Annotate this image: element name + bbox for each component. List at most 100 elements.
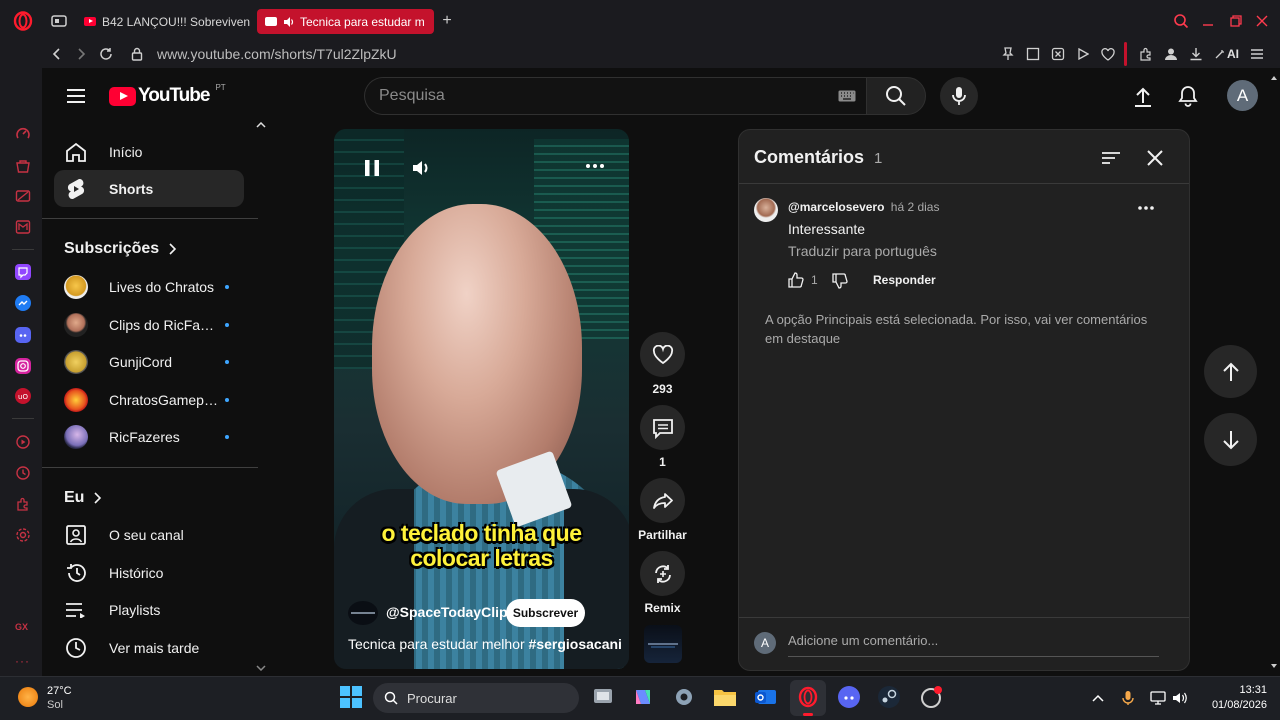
reload-icon[interactable]	[97, 45, 115, 63]
cashback-icon[interactable]	[15, 188, 31, 204]
microphone-in-use-icon[interactable]	[1120, 689, 1136, 707]
close-window-icon[interactable]	[1253, 12, 1271, 30]
scroll-down-arrow-icon[interactable]	[254, 663, 268, 673]
taskbar-clock[interactable]: 13:31 01/08/2026	[1197, 683, 1267, 713]
comment-time[interactable]: há 2 dias	[891, 200, 940, 214]
show-hidden-icons-chevron-icon[interactable]	[1090, 690, 1106, 706]
gx-icon[interactable]: GX	[15, 622, 33, 638]
search-button[interactable]	[866, 77, 926, 115]
nav-item-inicio[interactable]: Início	[54, 133, 244, 170]
comment-more-icon[interactable]	[1134, 196, 1158, 220]
snapshot-icon[interactable]	[1024, 45, 1042, 63]
twitch-icon[interactable]	[15, 264, 31, 280]
notifications-bell-icon[interactable]	[1175, 83, 1201, 109]
volume-tray-icon[interactable]	[1171, 689, 1189, 707]
windows-start-icon[interactable]	[338, 684, 364, 710]
nav-item-shorts[interactable]: Shorts	[54, 170, 244, 207]
voice-search-button[interactable]	[940, 77, 978, 115]
short-channel-name[interactable]: @SpaceTodayClips	[386, 604, 515, 620]
weather-widget[interactable]: 27°C Sol	[47, 684, 72, 712]
comment-author[interactable]: @marcelosevero	[788, 200, 884, 214]
account-avatar[interactable]: A	[1227, 80, 1258, 111]
forward-icon[interactable]	[72, 45, 90, 63]
subscriptions-header[interactable]: Subscrições	[64, 240, 177, 258]
lock-icon[interactable]	[128, 45, 146, 63]
new-tab-icon[interactable]: +	[438, 12, 456, 30]
adblock-shield-icon[interactable]	[1049, 45, 1067, 63]
sort-icon[interactable]	[1099, 146, 1123, 170]
history-sidebar-icon[interactable]	[15, 465, 31, 481]
subscription-chratosgameplay[interactable]: ChratosGameplay	[54, 381, 244, 418]
network-icon[interactable]	[1149, 689, 1167, 707]
translate-link[interactable]: Traduzir para português	[788, 243, 937, 259]
shopping-icon[interactable]	[15, 158, 31, 174]
restore-icon[interactable]	[1227, 12, 1245, 30]
extensions-icon[interactable]	[1137, 45, 1155, 63]
upload-icon[interactable]	[1130, 84, 1156, 110]
copilot-icon[interactable]	[630, 684, 656, 710]
search-box[interactable]: Pesquisa	[364, 77, 866, 115]
short-hashtag[interactable]: #sergiosacani	[529, 636, 622, 652]
profile-icon[interactable]	[1162, 45, 1180, 63]
player-sidebar-icon[interactable]	[15, 434, 31, 450]
sun-weather-icon[interactable]	[18, 687, 38, 707]
close-icon[interactable]	[1143, 146, 1167, 170]
minimize-icon[interactable]	[1199, 12, 1217, 30]
remix-button[interactable]	[640, 551, 685, 596]
settings-gear-icon[interactable]	[671, 684, 697, 710]
aria-ai-button[interactable]: AI	[1212, 44, 1242, 64]
tab-b42[interactable]: B42 LANÇOU!!! Sobreviven	[76, 9, 252, 34]
nav-item-watch-later[interactable]: Ver mais tarde	[54, 629, 244, 666]
scroll-up-arrow-icon[interactable]	[254, 118, 268, 132]
add-comment-input[interactable]: Adicione um comentário...	[788, 633, 1159, 657]
subscribe-button[interactable]: Subscrever	[506, 599, 585, 627]
nav-item-playlists[interactable]: Playlists	[54, 591, 244, 628]
thumbs-up-icon[interactable]	[786, 270, 806, 290]
comments-button[interactable]	[640, 405, 685, 450]
subscription-gunjicord[interactable]: GunjiCord	[54, 343, 244, 380]
subscription-clips-do-ricfazeres[interactable]: Clips do RicFaze...	[54, 306, 244, 343]
share-button[interactable]	[640, 478, 685, 523]
nav-item-history[interactable]: Histórico	[54, 554, 244, 591]
speed-dial-icon[interactable]	[15, 126, 31, 142]
file-explorer-icon[interactable]	[712, 684, 738, 710]
opera-gx-helper-icon[interactable]	[918, 684, 944, 710]
more-options-icon[interactable]	[580, 151, 610, 181]
subscription-lives-do-chratos[interactable]: Lives do Chratos	[54, 268, 244, 305]
steam-icon[interactable]	[876, 684, 902, 710]
outlook-icon[interactable]	[753, 684, 779, 710]
opera-taskbar-button[interactable]	[790, 680, 826, 716]
commenter-avatar[interactable]	[754, 198, 778, 222]
gmail-icon[interactable]	[15, 219, 31, 235]
url-field[interactable]: www.youtube.com/shorts/T7ul2ZlpZkU	[157, 44, 397, 64]
volume-icon[interactable]	[410, 156, 434, 180]
player-icon[interactable]	[1074, 45, 1092, 63]
next-short-button[interactable]	[1204, 413, 1257, 466]
sound-thumbnail[interactable]	[644, 625, 682, 663]
keyboard-icon[interactable]	[837, 89, 857, 103]
previous-short-button[interactable]	[1204, 345, 1257, 398]
task-view-icon[interactable]	[590, 684, 616, 710]
ublock-icon[interactable]: uO	[15, 388, 31, 404]
search-input[interactable]: Pesquisa	[379, 78, 445, 114]
messenger-icon[interactable]	[15, 295, 31, 311]
tab-tecnica-active[interactable]: Tecnica para estudar m	[257, 9, 434, 34]
tab-islands-icon[interactable]	[50, 12, 68, 30]
nav-item-your-channel[interactable]: O seu canal	[54, 516, 244, 553]
settings-sidebar-icon[interactable]	[15, 527, 31, 543]
heart-bookmark-icon[interactable]	[1099, 45, 1117, 63]
discord-taskbar-icon[interactable]	[836, 684, 862, 710]
reply-button[interactable]: Responder	[873, 273, 936, 287]
instagram-icon[interactable]	[15, 358, 31, 374]
easy-setup-menu-icon[interactable]	[1248, 45, 1266, 63]
page-scrollbar[interactable]	[1270, 74, 1278, 670]
more-sidebar-icon[interactable]: ···	[15, 654, 31, 670]
pause-icon[interactable]	[360, 156, 384, 180]
search-tabs-icon[interactable]	[1172, 12, 1190, 30]
download-icon[interactable]	[1187, 45, 1205, 63]
opera-logo-icon[interactable]	[12, 10, 34, 32]
extensions-sidebar-icon[interactable]	[15, 496, 31, 512]
hamburger-menu-icon[interactable]	[64, 84, 88, 108]
taskbar-search[interactable]: Procurar	[373, 683, 579, 713]
youtube-logo[interactable]: YouTube PT	[109, 82, 226, 110]
